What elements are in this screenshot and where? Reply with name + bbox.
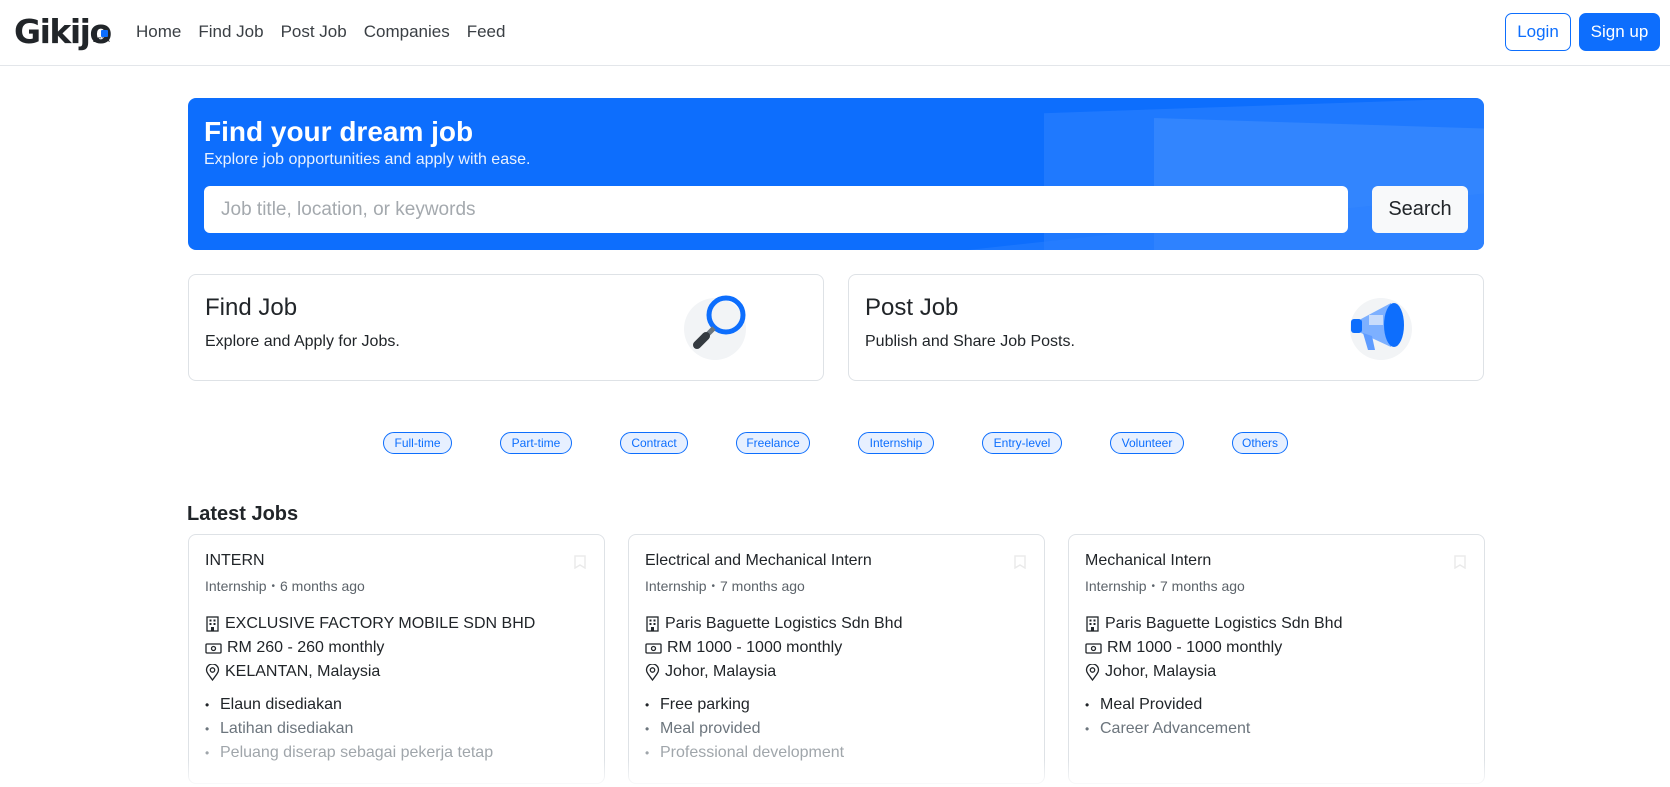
beta-badge: BETA [93,38,111,44]
benefit-item: Meal Provided [1085,693,1250,717]
job-location-row: Johor, Malaysia [1085,661,1216,683]
building-icon [206,616,219,632]
building-icon [646,616,659,632]
category-chip-volunteer[interactable]: Volunteer [1110,432,1184,454]
job-company: EXCLUSIVE FACTORY MOBILE SDN BHD [225,615,536,632]
category-chip-part-time[interactable]: Part-time [500,432,572,454]
hero-banner: Find your dream job Explore job opportun… [188,98,1484,250]
job-card[interactable]: Mechanical Intern Internship • 7 months ag… [1068,534,1485,784]
bookmark-icon[interactable] [1014,555,1026,569]
hero-title: Find your dream job [204,116,474,147]
benefit-item: Elaun disediakan [205,693,493,717]
job-salary-row: RM 1000 - 1000 monthly [1085,637,1282,659]
job-meta: Internship • 7 months ago [1085,578,1245,594]
job-location-row: Johor, Malaysia [645,661,776,683]
job-salary: RM 1000 - 1000 monthly [667,639,843,656]
job-card[interactable]: INTERN Internship • 6 months ago EXCLUSIVE… [188,534,605,784]
job-location: Johor, Malaysia [1105,663,1217,680]
post-job-card[interactable]: Post Job Publish and Share Job Posts. [848,274,1484,381]
job-benefits: Meal Provided Career Advancement [1085,693,1250,741]
building-icon [1086,616,1099,632]
job-company-row: EXCLUSIVE FACTORY MOBILE SDN BHD [205,613,535,635]
job-posted: 6 months ago [280,578,365,594]
post-job-description: Publish and Share Job Posts. [865,333,1075,350]
job-type: Internship [645,578,707,594]
benefit-item: Meal provided [645,717,844,741]
benefit-item: Latihan disediakan [205,717,493,741]
job-benefits: Free parking Meal provided Professional … [645,693,844,765]
nav-find-job[interactable]: Find Job [198,20,263,44]
job-posted: 7 months ago [720,578,805,594]
job-location: KELANTAN, Malaysia [225,663,381,680]
magnifier-icon [684,295,746,360]
job-salary-row: RM 260 - 260 monthly [205,637,384,659]
search-button[interactable]: Search [1372,186,1468,233]
cash-icon [205,643,222,654]
job-company: Paris Baguette Logistics Sdn Bhd [1105,615,1343,632]
nav-home[interactable]: Home [136,20,181,44]
cash-icon [645,643,662,654]
job-posted: 7 months ago [1160,578,1245,594]
location-pin-icon [1085,663,1100,681]
category-chip-entry-level[interactable]: Entry-level [982,432,1062,454]
signup-button[interactable]: Sign up [1579,13,1660,51]
megaphone-icon [1350,298,1412,360]
location-pin-icon [205,663,220,681]
top-navbar: Gikijo BETA Home Find Job Post Job Compa… [0,0,1670,66]
job-type: Internship [205,578,267,594]
hero-subtitle: Explore job opportunities and apply with… [204,151,531,168]
job-meta: Internship • 6 months ago [205,578,365,594]
benefit-item: Professional development [645,741,844,765]
job-card[interactable]: Electrical and Mechanical Intern Interns… [628,534,1045,784]
find-job-description: Explore and Apply for Jobs. [205,333,400,350]
find-job-title: Find Job [205,294,298,321]
category-chip-contract[interactable]: Contract [620,432,688,454]
category-chip-freelance[interactable]: Freelance [736,432,810,454]
job-title: Electrical and Mechanical Intern [645,552,872,569]
benefit-item: Peluang diserap sebagai pekerja tetap [205,741,493,765]
logo[interactable]: Gikijo [14,12,112,52]
latest-jobs-heading: Latest Jobs [187,503,299,525]
category-chip-others[interactable]: Others [1232,432,1288,454]
category-chip-full-time[interactable]: Full-time [383,432,452,454]
cash-icon [1085,643,1102,654]
login-button[interactable]: Login [1505,13,1571,51]
job-company-row: Paris Baguette Logistics Sdn Bhd [1085,613,1342,635]
nav-companies[interactable]: Companies [364,20,450,44]
find-job-card[interactable]: Find Job Explore and Apply for Jobs. [188,274,824,381]
job-benefits: Elaun disediakan Latihan disediakan Pelu… [205,693,493,765]
nav-feed[interactable]: Feed [467,20,506,44]
job-title: Mechanical Intern [1085,552,1212,569]
search-input[interactable] [204,186,1348,233]
logo-text: Gikijo [14,12,112,51]
job-type: Internship [1085,578,1147,594]
job-meta: Internship • 7 months ago [645,578,805,594]
job-salary: RM 260 - 260 monthly [227,639,385,656]
location-pin-icon [645,663,660,681]
job-company: Paris Baguette Logistics Sdn Bhd [665,615,903,632]
job-location: Johor, Malaysia [665,663,777,680]
bookmark-icon[interactable] [574,555,586,569]
nav-post-job[interactable]: Post Job [281,20,347,44]
logo-dot [101,30,108,37]
job-title: INTERN [205,552,265,569]
job-salary-row: RM 1000 - 1000 monthly [645,637,842,659]
job-company-row: Paris Baguette Logistics Sdn Bhd [645,613,902,635]
job-location-row: KELANTAN, Malaysia [205,661,380,683]
benefit-item: Career Advancement [1085,717,1250,741]
category-chip-internship[interactable]: Internship [858,432,934,454]
bookmark-icon[interactable] [1454,555,1466,569]
post-job-title: Post Job [865,294,959,321]
main-nav: Home Find Job Post Job Companies Feed [136,20,505,44]
benefit-item: Free parking [645,693,844,717]
job-salary: RM 1000 - 1000 monthly [1107,639,1283,656]
